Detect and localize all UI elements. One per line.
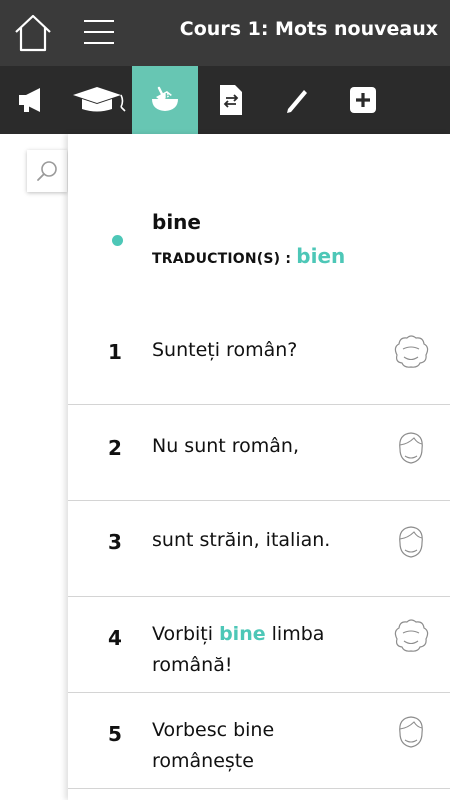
line-text: Vorbesc bine românește — [152, 719, 275, 772]
speaker-icon — [19, 88, 40, 112]
toolbar: b — [0, 66, 450, 134]
pencil-icon — [287, 90, 307, 113]
tab-writing[interactable] — [264, 66, 330, 134]
dialogue-line[interactable]: 5 Vorbesc bine românește — [68, 693, 450, 789]
dialogue-line[interactable]: 1 Sunteți român? — [68, 309, 450, 405]
menu-icon — [84, 20, 114, 22]
tab-translation[interactable] — [198, 66, 264, 134]
side-panel — [0, 134, 68, 800]
short-hair-speaker-icon[interactable] — [390, 711, 432, 753]
vocabulary-panel: bine TRADUCTION(S) : bien 1 Sunteți româ… — [68, 134, 450, 800]
word-bullet — [112, 235, 123, 246]
translation-row: TRADUCTION(S) : bien — [152, 244, 345, 268]
page-title: Cours 1: Mots nouveaux — [179, 18, 438, 40]
line-text: Nu sunt român, — [152, 435, 300, 457]
search-button[interactable] — [27, 150, 67, 192]
graduation-cap-icon — [73, 87, 126, 112]
menu-button[interactable] — [84, 20, 114, 46]
line-number: 5 — [108, 722, 122, 746]
line-text-pre: Vorbiți — [152, 623, 220, 645]
home-button[interactable] — [12, 12, 54, 54]
line-number: 3 — [108, 530, 122, 554]
line-number: 1 — [108, 340, 122, 364]
plus-square-icon — [350, 87, 376, 113]
tab-vocabulary[interactable]: b — [132, 66, 198, 134]
tab-audio[interactable] — [0, 66, 66, 134]
line-number: 4 — [108, 626, 122, 650]
translation-label: TRADUCTION(S) : — [152, 251, 292, 267]
dialogue-line[interactable]: 3 sunt străin, italian. — [68, 501, 450, 597]
line-text: Sunteți român? — [152, 339, 298, 361]
line-text: Vorbiți bine limba română! — [152, 619, 382, 681]
top-bar: Cours 1: Mots nouveaux — [0, 0, 450, 66]
document-swap-icon — [220, 85, 242, 115]
svg-text:b: b — [165, 92, 171, 101]
curly-hair-speaker-icon[interactable] — [390, 615, 432, 657]
word-term: bine — [152, 210, 201, 234]
dialogue-line[interactable]: 4 Vorbiți bine limba română! — [68, 597, 450, 693]
line-number: 2 — [108, 436, 122, 460]
translation-value: bien — [296, 244, 346, 268]
home-icon — [15, 14, 51, 52]
tab-lesson[interactable] — [66, 66, 132, 134]
hand-book-icon: b — [152, 86, 178, 111]
tab-add[interactable] — [330, 66, 396, 134]
short-hair-speaker-icon[interactable] — [390, 521, 432, 563]
word-entry: bine TRADUCTION(S) : bien — [68, 134, 450, 304]
line-text: sunt străin, italian. — [152, 529, 331, 551]
short-hair-speaker-icon[interactable] — [390, 427, 432, 469]
curly-hair-speaker-icon[interactable] — [390, 331, 432, 373]
dialogue-line[interactable]: 2 Nu sunt român, — [68, 405, 450, 501]
search-icon — [37, 161, 57, 181]
highlighted-word: bine — [219, 623, 266, 645]
